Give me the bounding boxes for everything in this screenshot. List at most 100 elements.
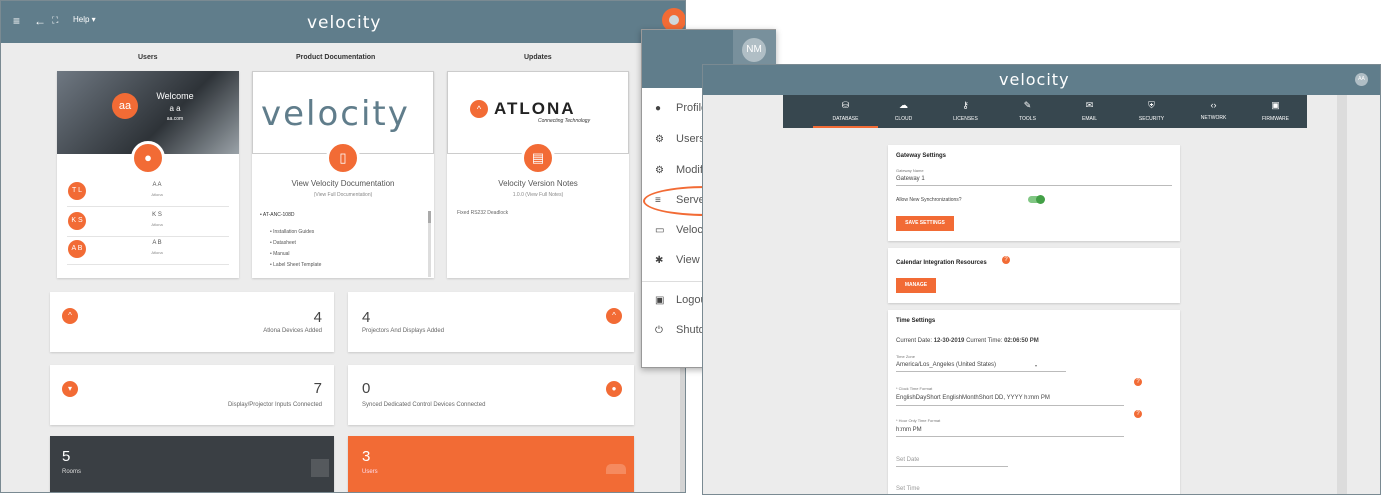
help-icon[interactable]: ?	[1002, 256, 1010, 264]
atlona-devices-card[interactable]: ^ 4 Atlona Devices Added	[50, 292, 334, 352]
time-settings-card: Time Settings Current Date: 12-30-2019 C…	[888, 310, 1180, 494]
docs-list-item[interactable]: • Datasheet	[270, 238, 321, 249]
user-avatar-button[interactable]	[664, 10, 684, 30]
top-bar: velocity AA	[703, 65, 1380, 95]
timezone-select[interactable]: America/Los_Angeles (United States)	[896, 362, 996, 368]
email-icon: ✉	[1085, 100, 1094, 110]
time-title: Time Settings	[896, 318, 936, 324]
atlona-logo-icon: ^	[470, 100, 488, 118]
stat-value: 4	[362, 309, 371, 326]
input-underline	[896, 466, 1008, 467]
user-row[interactable]: T L A A Atlona	[67, 177, 229, 207]
help-menu[interactable]: Help ▾	[73, 15, 96, 24]
document-icon: ▤	[521, 141, 555, 175]
gateway-name-label: Gateway Name	[896, 168, 924, 173]
dashboard-window: ≡ ← ⛶ Help ▾ velocity Users Product Docu…	[0, 0, 686, 493]
stat-value: 7	[313, 380, 322, 397]
input-icon: ▾	[62, 381, 78, 397]
docs-list-item[interactable]: • Installation Guides	[270, 227, 321, 238]
clock-format-input[interactable]: EnglishDayShort EnglishMonthShort DD, YY…	[896, 395, 1050, 401]
chevron-down-icon[interactable]: ▾	[1035, 363, 1037, 368]
clock-format-label: * Clock Time Format	[896, 386, 933, 391]
tab-firmware[interactable]: ▣ FIRMWARE	[1243, 95, 1308, 128]
bug-icon: ✱	[655, 255, 664, 266]
velocity-logo: velocity	[999, 70, 1070, 89]
projectors-card[interactable]: 4 Projectors And Displays Added ^	[348, 292, 634, 352]
tab-network[interactable]: ‹› NETWORK	[1181, 95, 1246, 128]
sync-toggle[interactable]	[1028, 195, 1045, 204]
version-notes-link[interactable]: 1.0.0 (View Full Notes)	[447, 192, 629, 198]
docs-list-item[interactable]: • Manual	[270, 249, 321, 260]
input-underline	[896, 371, 1066, 372]
user-initials: K S	[68, 212, 86, 230]
cloud-icon: ☁	[899, 100, 908, 110]
updates-section-title: Updates	[524, 54, 552, 61]
welcome-title: Welcome	[156, 91, 194, 101]
fullscreen-icon[interactable]: ⛶	[52, 15, 58, 26]
back-arrow-icon[interactable]: ←	[34, 14, 46, 28]
documentation-card: velocity ▯ View Velocity Documentation (…	[252, 71, 434, 278]
docs-list: • Installation Guides • Datasheet • Manu…	[270, 227, 321, 271]
user-row[interactable]: A B A B Atlona	[67, 235, 229, 265]
help-icon[interactable]: ?	[1134, 410, 1142, 418]
help-icon[interactable]: ?	[1134, 378, 1142, 386]
user-initials: A B	[68, 240, 86, 258]
tab-cloud[interactable]: ☁ CLOUD	[871, 95, 936, 128]
user-name: K S	[152, 212, 162, 218]
tab-security[interactable]: ⛨ SECURITY	[1119, 95, 1184, 128]
user-row[interactable]: K S K S Atlona	[67, 207, 229, 237]
docs-list-item[interactable]: • Label Sheet Template	[270, 260, 321, 271]
calendar-title: Calendar Integration Resources	[896, 260, 987, 266]
input-underline	[896, 436, 1124, 437]
tab-tools[interactable]: ✎ TOOLS	[995, 95, 1060, 128]
tab-email[interactable]: ✉ EMAIL	[1057, 95, 1122, 128]
users-section-title: Users	[138, 54, 158, 61]
user-avatar-button[interactable]: AA	[1355, 73, 1368, 86]
menu-icon[interactable]: ≡	[13, 14, 20, 28]
timezone-label: Time Zone	[896, 354, 915, 359]
person-icon: ●	[606, 381, 622, 397]
gateway-name-input[interactable]: Gateway 1	[896, 176, 925, 182]
users-card: aa Welcome a a aa.com ● T L A A Atlona K…	[57, 71, 239, 278]
velocity-logo: velocity	[307, 13, 382, 33]
user-name: A B	[152, 240, 162, 246]
book-icon: ▯	[326, 141, 360, 175]
hour-format-input[interactable]: h:mm PM	[896, 427, 922, 433]
updates-card: ^ ATLONA Connecting Technology ▤ Velocit…	[447, 71, 629, 278]
stat-label: Projectors And Displays Added	[362, 328, 445, 334]
lock-icon: ▣	[655, 295, 665, 306]
calendar-card: Calendar Integration Resources ? MANAGE	[888, 248, 1180, 303]
docs-list-head: • AT-ANC-108D	[260, 212, 295, 218]
menu-avatar: NM	[742, 38, 766, 62]
top-bar: ≡ ← ⛶ Help ▾ velocity	[1, 1, 685, 43]
stat-label: Synced Dedicated Control Devices Connect…	[362, 402, 486, 408]
docs-full-link[interactable]: (View Full Documentation)	[252, 192, 434, 198]
stat-label: Atlona Devices Added	[263, 328, 322, 334]
docs-scrollbar[interactable]	[428, 211, 431, 277]
set-date-input[interactable]: Set Date	[896, 457, 919, 463]
stat-label: Display/Projector Inputs Connected	[227, 402, 322, 408]
save-settings-button[interactable]: SAVE SETTINGS	[896, 216, 954, 231]
stat-value: 5	[62, 448, 71, 465]
docs-title[interactable]: View Velocity Documentation	[252, 179, 434, 188]
set-time-input[interactable]: Set Time	[896, 486, 920, 492]
rooms-card[interactable]: 5 Rooms	[50, 436, 334, 492]
page-scrollbar[interactable]	[1337, 95, 1347, 494]
manage-button[interactable]: MANAGE	[896, 278, 936, 293]
stat-label: Rooms	[62, 469, 82, 475]
atlona-tagline: Connecting Technology	[538, 118, 591, 124]
user-company: Atlona	[151, 250, 163, 255]
tab-licenses[interactable]: ⚷ LICENSES	[933, 95, 998, 128]
gateway-settings-card: Gateway Settings Gateway Name Gateway 1 …	[888, 145, 1180, 241]
inputs-card[interactable]: ▾ 7 Display/Projector Inputs Connected	[50, 365, 334, 425]
control-devices-card[interactable]: 0 Synced Dedicated Control Devices Conne…	[348, 365, 634, 425]
users-stat-card[interactable]: 3 Users	[348, 436, 634, 492]
docs-section-title: Product Documentation	[296, 54, 376, 61]
welcome-name: a a	[169, 104, 181, 113]
version-notes-title[interactable]: Velocity Version Notes	[447, 179, 629, 188]
gear-icon: ⚙	[655, 134, 664, 145]
atlona-logo-text: ATLONA	[494, 99, 576, 118]
person-icon: ●	[131, 141, 165, 175]
tab-database[interactable]: ⛁ DATABASE	[813, 95, 878, 128]
gear-icon: ⚙	[655, 165, 664, 176]
